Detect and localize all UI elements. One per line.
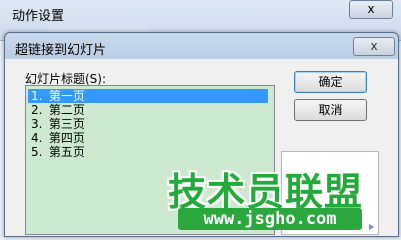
preview-arrow-icon	[369, 224, 374, 230]
dialog-close-button[interactable]: x	[353, 37, 395, 56]
slide-list-item-3[interactable]: 3. 第三页	[28, 117, 85, 131]
cancel-button[interactable]: 取消	[294, 99, 367, 121]
slide-list-item-2[interactable]: 2. 第二页	[28, 103, 85, 117]
slide-list-item-1[interactable]: 1. 第一页	[28, 89, 268, 103]
slide-list-item-4[interactable]: 4. 第四页	[28, 131, 85, 145]
slide-number: 2.	[31, 103, 43, 117]
slide-number: 3.	[31, 117, 43, 131]
slide-title: 第三页	[48, 117, 85, 131]
slide-title: 第五页	[48, 145, 85, 159]
slide-number: 4.	[31, 131, 43, 145]
ok-button[interactable]: 确定	[294, 71, 367, 93]
slide-list-item-5[interactable]: 5. 第五页	[28, 145, 85, 159]
slide-number: 1.	[31, 89, 43, 103]
background-window-title: 动作设置	[12, 9, 65, 24]
slide-number: 5.	[31, 145, 43, 159]
slide-title: 第四页	[48, 131, 85, 145]
slide-title: 第二页	[48, 103, 85, 117]
slide-title: 第一页	[48, 89, 85, 103]
watermark-url: www.jsgho.com	[178, 208, 362, 230]
background-window-close-button[interactable]: x	[349, 0, 393, 19]
dialog-title: 超链接到幻灯片	[15, 43, 107, 58]
